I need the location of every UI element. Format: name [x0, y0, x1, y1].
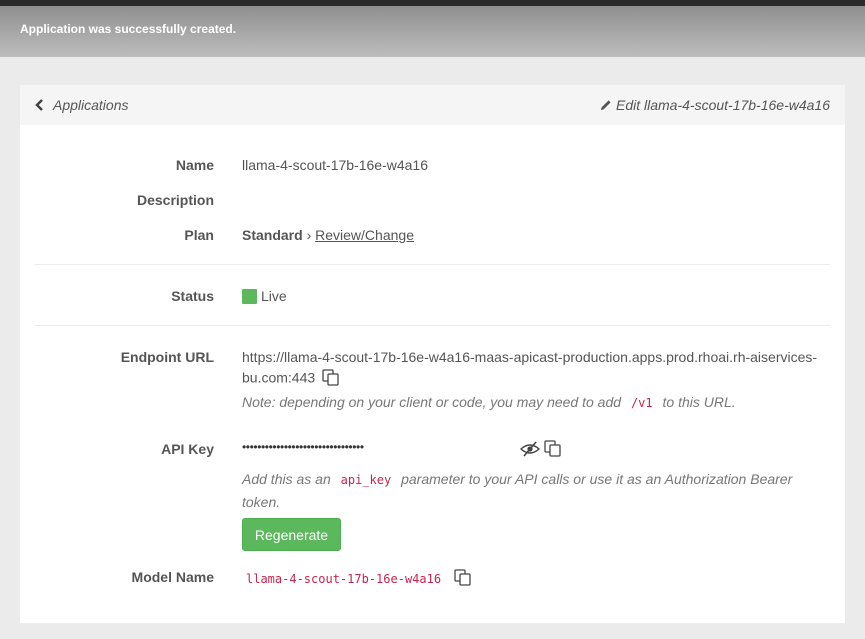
- description-label: Description: [136, 192, 214, 208]
- pencil-icon: [601, 100, 611, 110]
- regenerate-button[interactable]: Regenerate: [242, 518, 341, 551]
- api-key-note-code: api_key: [340, 473, 392, 487]
- back-to-applications-link[interactable]: Applications: [35, 97, 129, 113]
- api-key-note-line-2: token.: [242, 494, 281, 510]
- plan-review-change-link[interactable]: Review/Change: [315, 227, 414, 243]
- plan-separator: ›: [306, 227, 312, 243]
- status-indicator: [242, 289, 257, 304]
- plan-value-group: Standard › Review/Change: [242, 227, 414, 243]
- api-key-note-suffix: parameter to your API calls or use it as…: [401, 471, 793, 487]
- plan-name: Standard: [242, 227, 303, 243]
- application-card: Applications Edit llama-4-scout-17b-16e-…: [20, 85, 845, 623]
- api-key-label: API Key: [161, 441, 214, 457]
- divider-1: [35, 264, 830, 265]
- endpoint-note-text: Note: depending on your client or code, …: [242, 394, 622, 410]
- model-name-value: llama-4-scout-17b-16e-w4a16: [246, 571, 442, 586]
- status-value-group: Live: [242, 288, 287, 304]
- model-name-group: llama-4-scout-17b-16e-w4a16: [242, 569, 473, 589]
- card-header: Applications Edit llama-4-scout-17b-16e-…: [20, 85, 845, 125]
- plan-label: Plan: [184, 227, 214, 243]
- endpoint-url-line-1: https://llama-4-scout-17b-16e-w4a16-maas…: [242, 349, 818, 365]
- endpoint-url-label: Endpoint URL: [120, 349, 214, 365]
- status-value: Live: [261, 288, 287, 304]
- status-label: Status: [171, 288, 214, 304]
- endpoint-note-code: /v1: [630, 396, 653, 410]
- model-name-label: Model Name: [131, 569, 214, 585]
- endpoint-url-line-2: bu.com:443: [242, 369, 316, 386]
- edit-application-link[interactable]: Edit llama-4-scout-17b-16e-w4a16: [600, 97, 830, 113]
- name-label: Name: [175, 157, 214, 173]
- divider-2: [35, 325, 830, 326]
- api-key-note: Add this as an api_key parameter to your…: [242, 468, 812, 513]
- api-key-note-text: Add this as an: [242, 471, 331, 487]
- name-value: llama-4-scout-17b-16e-w4a16: [242, 157, 428, 173]
- back-link-label: Applications: [53, 97, 129, 113]
- endpoint-note-suffix: to this URL.: [662, 394, 736, 410]
- chevron-left-icon: [35, 99, 43, 111]
- edit-link-label: Edit llama-4-scout-17b-16e-w4a16: [616, 97, 830, 113]
- copy-icon[interactable]: [543, 440, 563, 460]
- endpoint-note: Note: depending on your client or code, …: [242, 394, 736, 410]
- api-key-masked-value: ••••••••••••••••••••••••••••••••: [242, 440, 364, 454]
- copy-icon[interactable]: [321, 369, 341, 389]
- flash-notice: Application was successfully created.: [0, 6, 865, 57]
- copy-icon[interactable]: [453, 569, 473, 589]
- flash-message: Application was successfully created.: [20, 22, 237, 36]
- endpoint-url-line-2-group: bu.com:443: [242, 369, 341, 389]
- eye-slash-icon[interactable]: [519, 441, 541, 460]
